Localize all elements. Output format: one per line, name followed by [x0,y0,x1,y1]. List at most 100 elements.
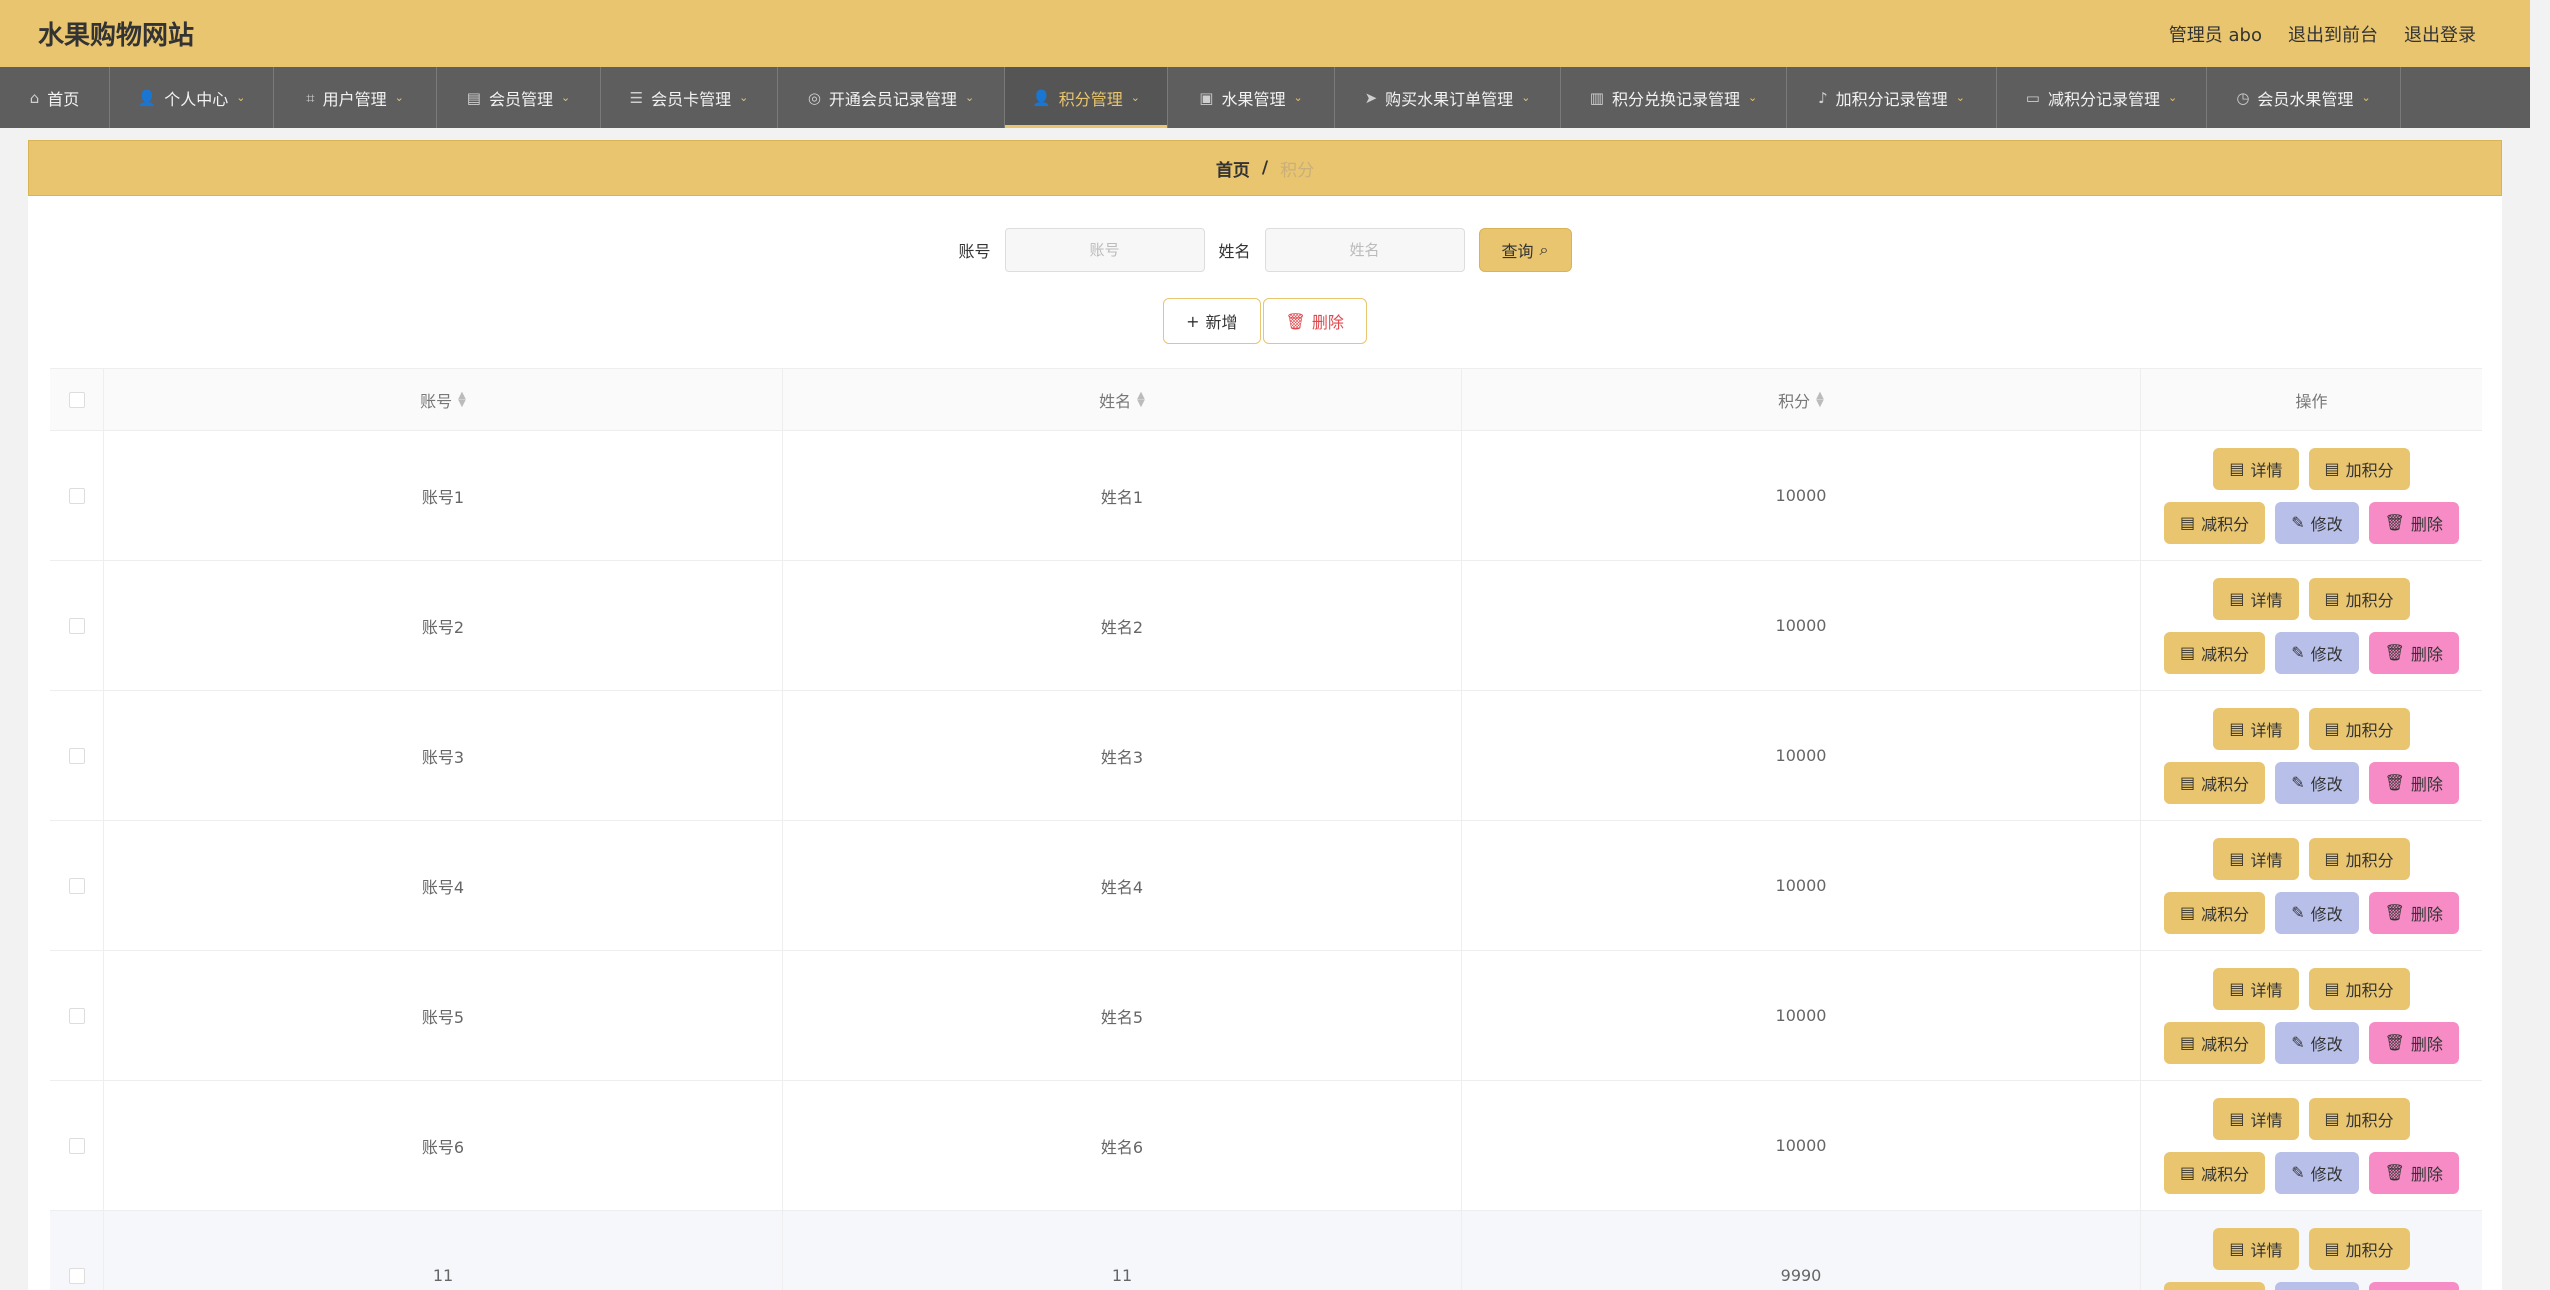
sort-icon: ▲ ▼ [458,389,466,409]
document-icon: ▤ [2324,1239,2340,1258]
sub-score-label: 减积分 [2201,904,2250,924]
sub-score-button[interactable]: ▤ 减积分 [2164,1281,2266,1290]
nav-item-1[interactable]: 👤 个人中心 ⌄ [110,67,274,128]
nav-item-7[interactable]: ▣ 水果管理 ⌄ [1168,67,1335,128]
edit-button[interactable]: ✎ 修改 [2275,1021,2359,1064]
add-score-button[interactable]: ▤ 加积分 [2308,447,2410,490]
briefcase-icon: ▣ [1199,88,1214,107]
add-score-button[interactable]: ▤ 加积分 [2308,1227,2410,1270]
edit-button[interactable]: ✎ 修改 [2275,891,2359,934]
trash-icon: 🗑 [2384,773,2405,792]
row-checkbox[interactable] [68,1007,85,1024]
detail-button[interactable]: ▤ 详情 [2213,1227,2299,1270]
add-score-button[interactable]: ▤ 加积分 [2308,707,2410,750]
nav-item-0[interactable]: ⌂ 首页 [0,67,110,128]
nav-item-5[interactable]: ◎ 开通会员记录管理 ⌄ [778,67,1005,128]
nav-item-3[interactable]: ▤ 会员管理 ⌄ [437,67,601,128]
sub-score-button[interactable]: ▤ 减积分 [2164,501,2266,544]
delete-button[interactable]: 🗑 删除 [2368,501,2459,544]
add-score-button[interactable]: ▤ 加积分 [2308,967,2410,1010]
ops-line-1: ▤ 详情 ▤ 加积分 [2213,577,2410,620]
row-checkbox[interactable] [68,1267,85,1284]
delete-button[interactable]: 🗑 删除 [2368,761,2459,804]
ops-line-1: ▤ 详情 ▤ 加积分 [2213,447,2410,490]
nav-item-11[interactable]: ▭ 减积分记录管理 ⌄ [1997,67,2207,128]
delete-button[interactable]: 🗑 删除 [2368,1281,2459,1290]
nav-item-10[interactable]: ♪ 加积分记录管理 ⌄ [1787,67,1997,128]
delete-button[interactable]: 🗑 删除 [2368,891,2459,934]
nav-item-12[interactable]: ◷ 会员水果管理 ⌄ [2207,67,2401,128]
delete-button[interactable]: 🗑 删除 [2368,1151,2459,1194]
query-button[interactable]: 查询 ⌕ [1478,228,1572,272]
nav-item-8[interactable]: ➤ 购买水果订单管理 ⌄ [1335,67,1561,128]
account-search-input[interactable] [1004,228,1205,272]
add-score-label: 加积分 [2345,980,2394,1000]
nav-item-label: 购买水果订单管理 [1385,89,1514,109]
breadcrumb-home[interactable]: 首页 [1216,156,1250,181]
document-icon: ▤ [2229,719,2245,738]
detail-button[interactable]: ▤ 详情 [2213,967,2299,1010]
edit-button[interactable]: ✎ 修改 [2275,631,2359,674]
nav-item-2[interactable]: ⌗ 用户管理 ⌄ [274,67,437,128]
detail-button[interactable]: ▤ 详情 [2213,447,2299,490]
chart-icon: ▥ [1589,88,1604,107]
compass-icon: ◎ [807,88,821,107]
batch-delete-button[interactable]: 🗑 删除 [1262,298,1367,344]
add-score-button[interactable]: ▤ 加积分 [2308,577,2410,620]
detail-button[interactable]: ▤ 详情 [2213,707,2299,750]
to-front-link[interactable]: 退出到前台 [2288,21,2378,47]
clock-icon: ◷ [2236,88,2250,107]
nav-item-4[interactable]: ☰ 会员卡管理 ⌄ [601,67,778,128]
edit-button[interactable]: ✎ 修改 [2275,1281,2359,1290]
sort-icon: ▲ ▼ [1816,389,1824,409]
cell-score: 10000 [1462,691,2141,820]
nav-item-label: 积分兑换记录管理 [1611,89,1740,109]
nav-item-label: 用户管理 [322,89,387,109]
header-account[interactable]: 账号 ▲ ▼ [104,369,783,430]
row-checkbox[interactable] [68,747,85,764]
edit-button[interactable]: ✎ 修改 [2275,501,2359,544]
delete-button[interactable]: 🗑 删除 [2368,1021,2459,1064]
add-button[interactable]: + 新增 [1163,298,1261,344]
add-score-button[interactable]: ▤ 加积分 [2308,837,2410,880]
trash-icon: 🗑 [2384,643,2405,662]
edit-button[interactable]: ✎ 修改 [2275,1151,2359,1194]
logout-link[interactable]: 退出登录 [2404,21,2476,47]
trash-icon: 🗑 [2384,1033,2405,1052]
delete-label: 删除 [2410,1164,2443,1184]
cell-name: 姓名3 [783,691,1462,820]
breadcrumb-separator: / [1261,158,1269,178]
delete-button[interactable]: 🗑 删除 [2368,631,2459,674]
sub-score-label: 减积分 [2201,644,2250,664]
sub-score-button[interactable]: ▤ 减积分 [2164,761,2266,804]
select-all-checkbox[interactable] [68,391,85,408]
name-search-input[interactable] [1264,228,1465,272]
header-name[interactable]: 姓名 ▲ ▼ [783,369,1462,430]
nav-item-9[interactable]: ▥ 积分兑换记录管理 ⌄ [1561,67,1787,128]
row-checkbox[interactable] [68,877,85,894]
table-header: 账号 ▲ ▼ 姓名 ▲ ▼ 积分 ▲ ▼ 操作 [50,369,2482,431]
row-checkbox[interactable] [68,487,85,504]
sub-score-label: 减积分 [2201,514,2250,534]
nav-item-6[interactable]: 👤 积分管理 ⌄ [1005,67,1168,128]
sub-score-button[interactable]: ▤ 减积分 [2164,1021,2266,1064]
sub-score-button[interactable]: ▤ 减积分 [2164,891,2266,934]
add-score-button[interactable]: ▤ 加积分 [2308,1097,2410,1140]
cell-name: 姓名6 [783,1081,1462,1210]
header-account-label: 账号 [420,391,453,411]
sub-score-button[interactable]: ▤ 减积分 [2164,631,2266,674]
row-checkbox-cell [50,1211,104,1290]
admin-label: 管理员 abo [2168,24,2262,46]
table-row: 账号5 姓名5 10000 ▤ 详情 ▤ 加积分 ▤ 减积分 ✎ 修改 🗑 删除 [50,951,2482,1081]
cell-ops: ▤ 详情 ▤ 加积分 ▤ 减积分 ✎ 修改 🗑 [2141,691,2482,820]
row-checkbox[interactable] [68,617,85,634]
detail-button[interactable]: ▤ 详情 [2213,837,2299,880]
document-icon: ▤ [2229,1239,2245,1258]
row-checkbox[interactable] [68,1137,85,1154]
sub-score-button[interactable]: ▤ 减积分 [2164,1151,2266,1194]
detail-button[interactable]: ▤ 详情 [2213,1097,2299,1140]
document-icon: ▤ [2324,1109,2340,1128]
edit-button[interactable]: ✎ 修改 [2275,761,2359,804]
detail-button[interactable]: ▤ 详情 [2213,577,2299,620]
header-score[interactable]: 积分 ▲ ▼ [1462,369,2141,430]
